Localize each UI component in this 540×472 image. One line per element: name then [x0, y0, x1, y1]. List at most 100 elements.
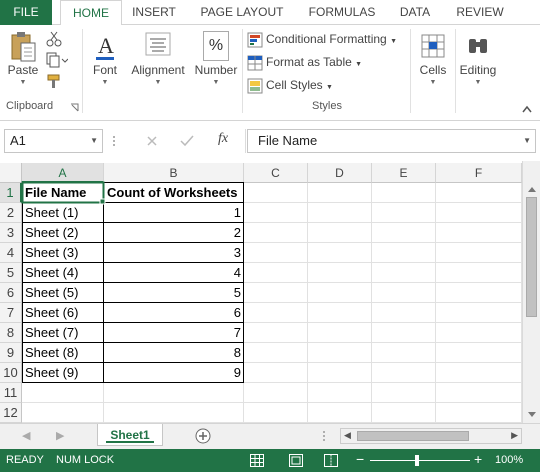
worksheet-grid[interactable]: ABCDEF 1 2 3 4 5 6 7 8 9 10 11 12 File Name Count of… [0, 161, 540, 423]
font-label: Font [92, 63, 117, 77]
cells-label: Cells [419, 63, 447, 77]
alignment-label: Alignment [131, 63, 185, 77]
scroll-thumb[interactable] [526, 197, 537, 317]
format-as-table-button[interactable]: Format as Table ▼ [247, 52, 362, 72]
chevron-down-icon: ▼ [355, 61, 363, 68]
add-sheet-icon[interactable] [195, 428, 211, 444]
tab-insert[interactable]: INSERT [128, 0, 180, 25]
styles-group-label: Styles [312, 100, 342, 112]
dialog-launcher-icon[interactable] [70, 103, 79, 112]
scroll-up-icon[interactable] [527, 185, 537, 193]
number-button[interactable]: % Number ▼ [192, 31, 240, 86]
cells-button[interactable]: Cells ▼ [414, 31, 452, 86]
chevron-down-icon[interactable]: ▼ [523, 130, 531, 152]
scroll-right-icon[interactable]: ▶ [56, 429, 64, 442]
tab-page-layout[interactable]: PAGE LAYOUT [194, 0, 290, 25]
scroll-right-icon[interactable]: ▶ [511, 430, 518, 441]
chevron-down-icon: ▼ [19, 79, 27, 86]
conditional-formatting-icon [247, 32, 263, 48]
table-border [21, 181, 244, 383]
tab-formulas[interactable]: FORMULAS [302, 0, 382, 25]
sheet-tab-sheet1[interactable]: Sheet1 [97, 424, 163, 446]
group-separator [242, 29, 243, 113]
fill-handle[interactable] [99, 198, 106, 205]
insert-function-icon[interactable]: fx [218, 131, 228, 147]
cancel-icon[interactable] [146, 135, 158, 147]
vertical-scrollbar[interactable] [522, 161, 540, 423]
formula-input[interactable]: File Name ▼ [247, 129, 536, 153]
zoom-level[interactable]: 100% [495, 454, 523, 466]
zoom-slider[interactable] [370, 460, 470, 461]
chevron-down-icon: ▼ [390, 38, 398, 45]
enter-check-icon[interactable] [180, 135, 194, 147]
status-ready: READY [6, 454, 44, 466]
paste-icon [11, 32, 36, 62]
conditional-formatting-label: Conditional Formatting [266, 32, 387, 46]
sheet-tab-bar: ◀ ▶ Sheet1 ◀ ▶ [0, 423, 540, 449]
paste-label: Paste [7, 63, 39, 77]
font-button[interactable]: A Font ▼ [86, 31, 124, 86]
binoculars-icon [469, 39, 487, 53]
active-tab-underline [106, 441, 154, 443]
group-separator [455, 29, 456, 113]
horizontal-scrollbar[interactable]: ◀ ▶ [340, 428, 522, 444]
sheet-tab-label: Sheet1 [110, 428, 150, 442]
drag-handle-icon[interactable] [112, 135, 116, 147]
alignment-button[interactable]: Alignment ▼ [128, 31, 188, 86]
chevron-down-icon: ▼ [326, 84, 333, 91]
cut-icon[interactable] [46, 31, 62, 47]
paste-button[interactable]: Paste ▼ [4, 31, 42, 86]
page-break-preview-icon[interactable] [324, 454, 338, 467]
tab-home[interactable]: HOME [60, 0, 122, 26]
active-cell-outline [21, 181, 105, 204]
group-separator [82, 29, 83, 113]
cells-icon [421, 34, 445, 58]
formula-bar: A1 ▼ fx File Name ▼ [0, 121, 540, 161]
status-bar: READY NUM LOCK − + 100% [0, 449, 540, 472]
name-box-value: A1 [10, 133, 26, 148]
tab-data[interactable]: DATA [392, 0, 438, 25]
percent-icon: % [203, 31, 229, 61]
svg-text:A: A [98, 33, 114, 58]
format-as-table-label: Format as Table [266, 55, 352, 69]
tab-review[interactable]: REVIEW [450, 0, 510, 25]
chevron-down-icon: ▼ [154, 79, 162, 86]
chevron-down-icon: ▼ [474, 79, 482, 86]
chevron-down-icon: ▼ [101, 79, 109, 86]
editing-button[interactable]: Editing ▼ [457, 31, 499, 86]
zoom-out-icon[interactable]: − [356, 451, 364, 467]
formula-value: File Name [258, 133, 318, 148]
editing-label: Editing [459, 63, 497, 77]
cell-styles-button[interactable]: Cell Styles ▼ [247, 75, 333, 95]
name-box[interactable]: A1 ▼ [4, 129, 103, 153]
ribbon: Paste ▼ Clipboard A Font ▼ Alignment ▼ %… [0, 25, 540, 121]
zoom-slider-thumb[interactable] [415, 455, 419, 466]
ribbon-tabs: FILE HOME INSERT PAGE LAYOUT FORMULAS DA… [0, 0, 540, 26]
collapse-ribbon-icon[interactable] [522, 105, 532, 113]
format-as-table-icon [247, 55, 263, 71]
format-painter-icon[interactable] [46, 73, 62, 89]
chevron-down-icon: ▼ [429, 79, 437, 86]
copy-icon[interactable] [46, 52, 68, 68]
group-separator [410, 29, 411, 113]
number-label: Number [194, 63, 238, 77]
font-icon: A [96, 33, 114, 60]
formula-buttons: fx [134, 129, 246, 153]
scroll-thumb[interactable] [357, 431, 469, 441]
chevron-down-icon: ▼ [212, 79, 220, 86]
cell-styles-icon [247, 78, 263, 94]
cell-styles-label: Cell Styles [266, 78, 323, 92]
scroll-left-icon[interactable]: ◀ [22, 429, 30, 442]
normal-view-icon[interactable] [250, 454, 264, 467]
page-layout-view-icon[interactable] [289, 454, 303, 467]
clipboard-group-label: Clipboard [6, 100, 54, 112]
scroll-left-icon[interactable]: ◀ [344, 430, 351, 441]
status-num-lock: NUM LOCK [56, 454, 115, 466]
drag-handle-icon[interactable] [322, 430, 326, 442]
scroll-down-icon[interactable] [527, 411, 537, 419]
tab-file[interactable]: FILE [0, 0, 52, 25]
chevron-down-icon[interactable]: ▼ [90, 130, 98, 152]
conditional-formatting-button[interactable]: Conditional Formatting ▼ [247, 29, 397, 49]
alignment-icon [145, 32, 171, 56]
zoom-in-icon[interactable]: + [474, 451, 482, 467]
